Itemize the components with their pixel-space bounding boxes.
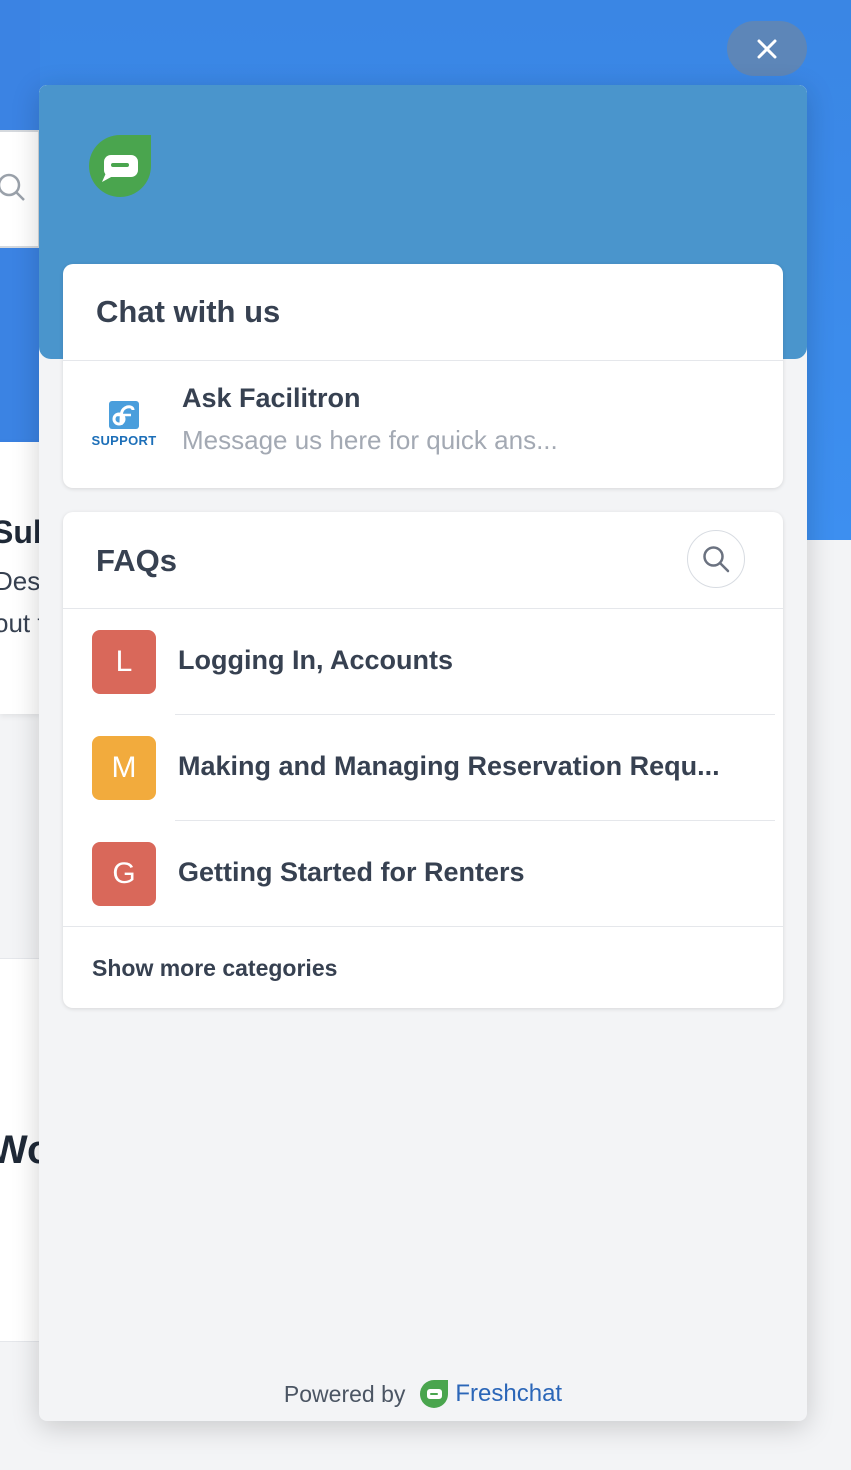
background-card-2-title: Wo xyxy=(0,1128,40,1172)
faq-category-item[interactable]: M Making and Managing Reservation Requ..… xyxy=(63,715,783,821)
faq-section-title: FAQs xyxy=(96,543,177,578)
faq-category-item[interactable]: G Getting Started for Renters xyxy=(63,821,783,927)
chat-with-us-card: Chat with us SUPPORT Ask Facilitron Mess… xyxy=(63,264,783,488)
facilitron-logo: SUPPORT xyxy=(91,399,157,449)
category-avatar: G xyxy=(92,842,156,906)
category-label: Making and Managing Reservation Requ... xyxy=(178,751,720,781)
category-label: Getting Started for Renters xyxy=(178,857,525,887)
facilitron-logo-text: SUPPORT xyxy=(91,433,157,448)
show-more-categories-link[interactable]: Show more categories xyxy=(92,955,337,982)
faqs-card: FAQs L Logging In, Accounts M Making and… xyxy=(63,512,783,1008)
divider xyxy=(63,926,783,927)
chat-section-title: Chat with us xyxy=(96,294,281,329)
background-search-box[interactable] xyxy=(0,130,40,248)
chat-widget: Chat with us SUPPORT Ask Facilitron Mess… xyxy=(39,85,807,1421)
category-avatar: M xyxy=(92,736,156,800)
channel-ask-facilitron[interactable]: SUPPORT Ask Facilitron Message us here f… xyxy=(63,361,783,488)
powered-by-footer: Powered by Freshchat xyxy=(39,1379,807,1409)
background-card-text: out t xyxy=(0,608,40,638)
channel-description: Message us here for quick ans... xyxy=(182,425,558,455)
faq-category-item[interactable]: L Logging In, Accounts xyxy=(63,609,783,715)
chat-bubble-icon xyxy=(89,135,151,197)
faq-search-button[interactable] xyxy=(687,530,745,588)
close-widget-button[interactable] xyxy=(727,21,807,76)
category-label: Logging In, Accounts xyxy=(178,645,453,675)
close-icon xyxy=(757,39,777,58)
category-avatar: L xyxy=(92,630,156,694)
facilitron-logo-icon xyxy=(109,401,139,429)
background-card-text: Desc xyxy=(0,566,40,596)
freshchat-logo-icon xyxy=(420,1380,449,1408)
background-search-icon xyxy=(0,173,25,201)
background-card-title: Sub xyxy=(0,514,40,550)
freshchat-link[interactable]: Freshchat xyxy=(455,1380,562,1408)
search-icon xyxy=(703,546,730,573)
channel-name: Ask Facilitron xyxy=(182,383,361,413)
powered-by-text: Powered by xyxy=(283,1380,406,1407)
